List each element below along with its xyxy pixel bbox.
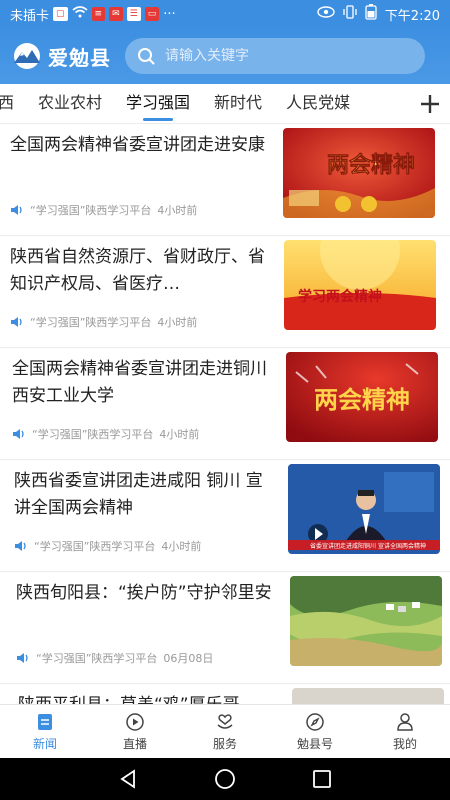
news-time: 4小时前 [157,204,198,217]
nav-live[interactable]: 直播 [90,705,180,758]
news-time: 4小时前 [157,316,198,329]
status-bar: 未插卡 ▢ ≡ ✉ ☰ ▭ ··· 下午2:20 [0,0,450,28]
news-thumbnail[interactable]: 学习两会精神 [284,240,436,330]
play-icon [126,712,144,731]
nav-label: 勉县号 [296,736,333,751]
news-title: 陕西省自然资源厅、省财政厅、省知识产权局、省医疗… [10,247,265,294]
news-item[interactable]: 陕西省委宣讲团走进咸阳 铜川 宣讲全国两会精神 “学习强国”陕西学习平台 4小时… [0,460,450,572]
recents-icon[interactable] [311,768,333,790]
back-icon[interactable] [117,768,139,790]
thumb-caption: 两会精神 [314,385,410,414]
tab-peoples-media[interactable]: 人民党媒 [274,84,362,123]
add-tab-button[interactable] [410,84,450,123]
app-notification-icon: ▭ [144,7,160,21]
news-video-thumbnail[interactable]: 省委宣讲团走进咸阳铜川 宣讲全国两会精神 [288,464,440,554]
news-thumbnail[interactable]: 两会精神 [286,352,438,442]
carrier-label: 未插卡 [10,8,50,24]
news-item[interactable]: 全国两会精神省委宣讲团走进铜川 西安工业大学 “学习强国”陕西学习平台 4小时前… [0,348,450,460]
speaker-icon[interactable] [16,652,30,664]
category-tabs: 西 农业农村 学习强国 新时代 人民党媒 [0,84,450,124]
news-thumbnail[interactable] [290,576,442,666]
thumb-caption: 省委宣讲团走进咸阳铜川 宣讲全国两会精神 [310,542,426,550]
news-time: 4小时前 [161,540,202,553]
nav-service[interactable]: 服务 [180,705,270,758]
news-source: “学习强国”陕西学习平台 [30,204,152,217]
speaker-icon[interactable] [14,540,28,552]
search-input[interactable] [165,48,405,64]
news-meta: “学习强国”陕西学习平台 4小时前 [12,426,199,442]
news-thumbnail[interactable]: 两会精神 [283,128,435,218]
sim-icon: ▢ [53,7,68,21]
wifi-icon [72,6,88,22]
nav-label: 我的 [392,736,417,751]
app-logo[interactable]: 爱勉县 [10,42,111,71]
battery-icon [365,4,377,24]
news-source: “学习强国”陕西学习平台 [36,652,158,665]
vibrate-icon [343,5,357,23]
system-navigation-bar [0,758,450,800]
clock-time: 下午2:20 [384,8,440,24]
app-name: 爱勉县 [48,45,111,70]
news-item[interactable]: 陕西平利县：草盖“鸡”厚乐哥 [0,684,450,704]
app-notification-icon: ≡ [91,7,106,21]
search-bar[interactable] [125,38,425,74]
news-meta: “学习强国”陕西学习平台 4小时前 [10,314,197,330]
search-icon [138,48,155,65]
news-meta: “学习强国”陕西学习平台 4小时前 [10,202,197,218]
compass-icon [306,712,324,731]
thumb-caption: 两会精神 [327,152,415,178]
nav-label: 直播 [122,736,147,751]
news-meta: “学习强国”陕西学习平台 06月08日 [16,650,213,666]
news-title: 陕西旬阳县：“挨户防”守护邻里安 [16,583,272,603]
news-time: 4小时前 [159,428,200,441]
tab-xuexi-qiangguo[interactable]: 学习强国 [114,84,202,123]
service-icon [217,713,233,729]
nav-label: 新闻 [32,736,57,751]
news-meta: “学习强国”陕西学习平台 4小时前 [14,538,201,554]
news-title: 全国两会精神省委宣讲团走进铜川 西安工业大学 [12,359,267,406]
mountain-logo-icon [14,43,40,69]
speaker-icon[interactable] [12,428,26,440]
speaker-icon[interactable] [10,316,24,328]
speaker-icon[interactable] [10,204,24,216]
news-item[interactable]: 陕西旬阳县：“挨户防”守护邻里安 “学习强国”陕西学习平台 06月08日 [0,572,450,684]
tab-agriculture[interactable]: 农业农村 [26,84,114,123]
news-feed: 全国两会精神省委宣讲团走进安康 “学习强国”陕西学习平台 4小时前 两会精神 陕… [0,124,450,704]
tab-partial[interactable]: 西 [0,84,26,123]
bottom-navigation: 新闻 直播 服务 勉县号 我的 [0,704,450,758]
app-notification-icon: ✉ [109,7,123,21]
news-source: “学习强国”陕西学习平台 [30,316,152,329]
eye-icon [317,6,335,22]
news-icon [38,713,52,730]
nav-profile[interactable]: 我的 [360,705,450,758]
app-header: 爱勉县 [0,28,450,84]
news-time: 06月08日 [163,652,214,665]
plus-icon [421,95,439,113]
app-notification-icon: ☰ [126,7,141,21]
news-title: 陕西平利县：草盖“鸡”厚乐哥 [18,692,283,704]
more-icon: ··· [163,6,176,22]
news-item[interactable]: 全国两会精神省委宣讲团走进安康 “学习强国”陕西学习平台 4小时前 两会精神 [0,124,450,236]
news-title: 陕西省委宣讲团走进咸阳 铜川 宣讲全国两会精神 [14,471,263,518]
thumb-caption: 学习两会精神 [298,288,382,305]
nav-label: 服务 [212,736,237,751]
news-thumbnail[interactable] [292,688,444,704]
news-title: 全国两会精神省委宣讲团走进安康 [10,135,265,155]
nav-county-account[interactable]: 勉县号 [270,705,360,758]
tab-new-era[interactable]: 新时代 [202,84,274,123]
news-item[interactable]: 陕西省自然资源厅、省财政厅、省知识产权局、省医疗… “学习强国”陕西学习平台 4… [0,236,450,348]
news-source: “学习强国”陕西学习平台 [32,428,154,441]
news-source: “学习强国”陕西学习平台 [34,540,156,553]
nav-news[interactable]: 新闻 [0,705,90,758]
user-icon [397,712,413,731]
home-icon[interactable] [214,768,236,790]
